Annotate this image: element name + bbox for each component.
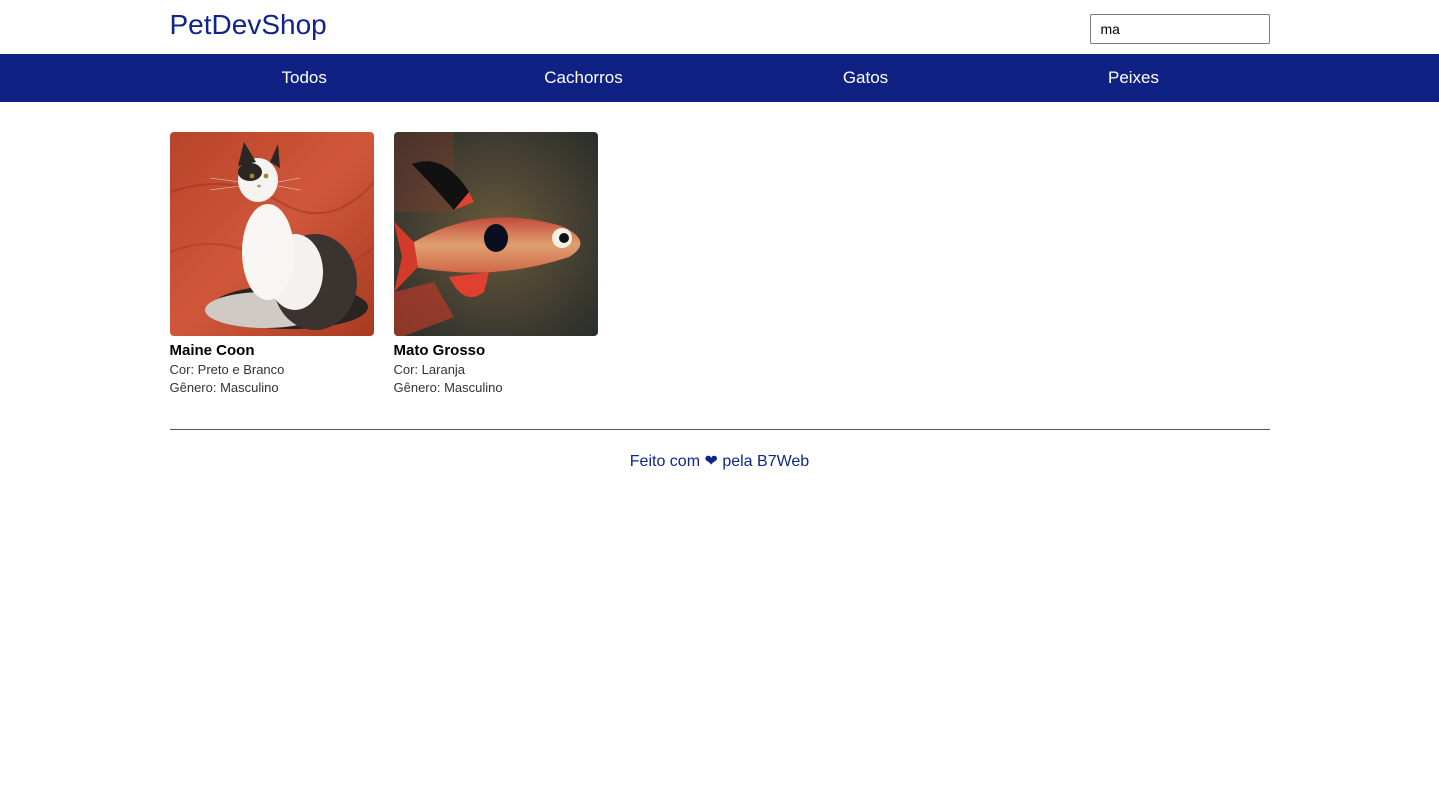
fish-photo bbox=[393, 132, 598, 336]
pet-color: Cor: Preto e Branco bbox=[169, 362, 285, 377]
main-content: Maine Coon Cor: Preto e Branco Gênero: M… bbox=[0, 102, 1439, 397]
footer-credit: Feito com ❤ pela B7Web bbox=[629, 453, 810, 470]
search-input[interactable] bbox=[1089, 14, 1270, 44]
pet-gender: Gênero: Masculino bbox=[169, 380, 279, 395]
pet-card[interactable]: Mato Grosso Cor: Laranja Gênero: Masculi… bbox=[393, 132, 598, 397]
nav-item-cachorros[interactable]: Cachorros bbox=[544, 54, 624, 102]
footer-divider bbox=[169, 429, 1270, 430]
site-header: PetDevShop bbox=[0, 0, 1439, 54]
site-footer: Feito com ❤ pela B7Web bbox=[0, 429, 1439, 471]
nav-item-todos[interactable]: Todos bbox=[282, 54, 327, 102]
cat-photo bbox=[169, 132, 374, 336]
pet-grid: Maine Coon Cor: Preto e Branco Gênero: M… bbox=[169, 132, 1270, 397]
site-logo[interactable]: PetDevShop bbox=[170, 8, 327, 42]
pet-name: Maine Coon bbox=[169, 342, 255, 359]
nav-item-peixes[interactable]: Peixes bbox=[1108, 54, 1160, 102]
pet-card[interactable]: Maine Coon Cor: Preto e Branco Gênero: M… bbox=[169, 132, 374, 397]
pet-name: Mato Grosso bbox=[393, 342, 486, 359]
category-nav: Todos Cachorros Gatos Peixes bbox=[0, 54, 1439, 102]
pet-gender: Gênero: Masculino bbox=[393, 380, 503, 395]
pet-color: Cor: Laranja bbox=[393, 362, 466, 377]
nav-item-gatos[interactable]: Gatos bbox=[842, 54, 890, 102]
